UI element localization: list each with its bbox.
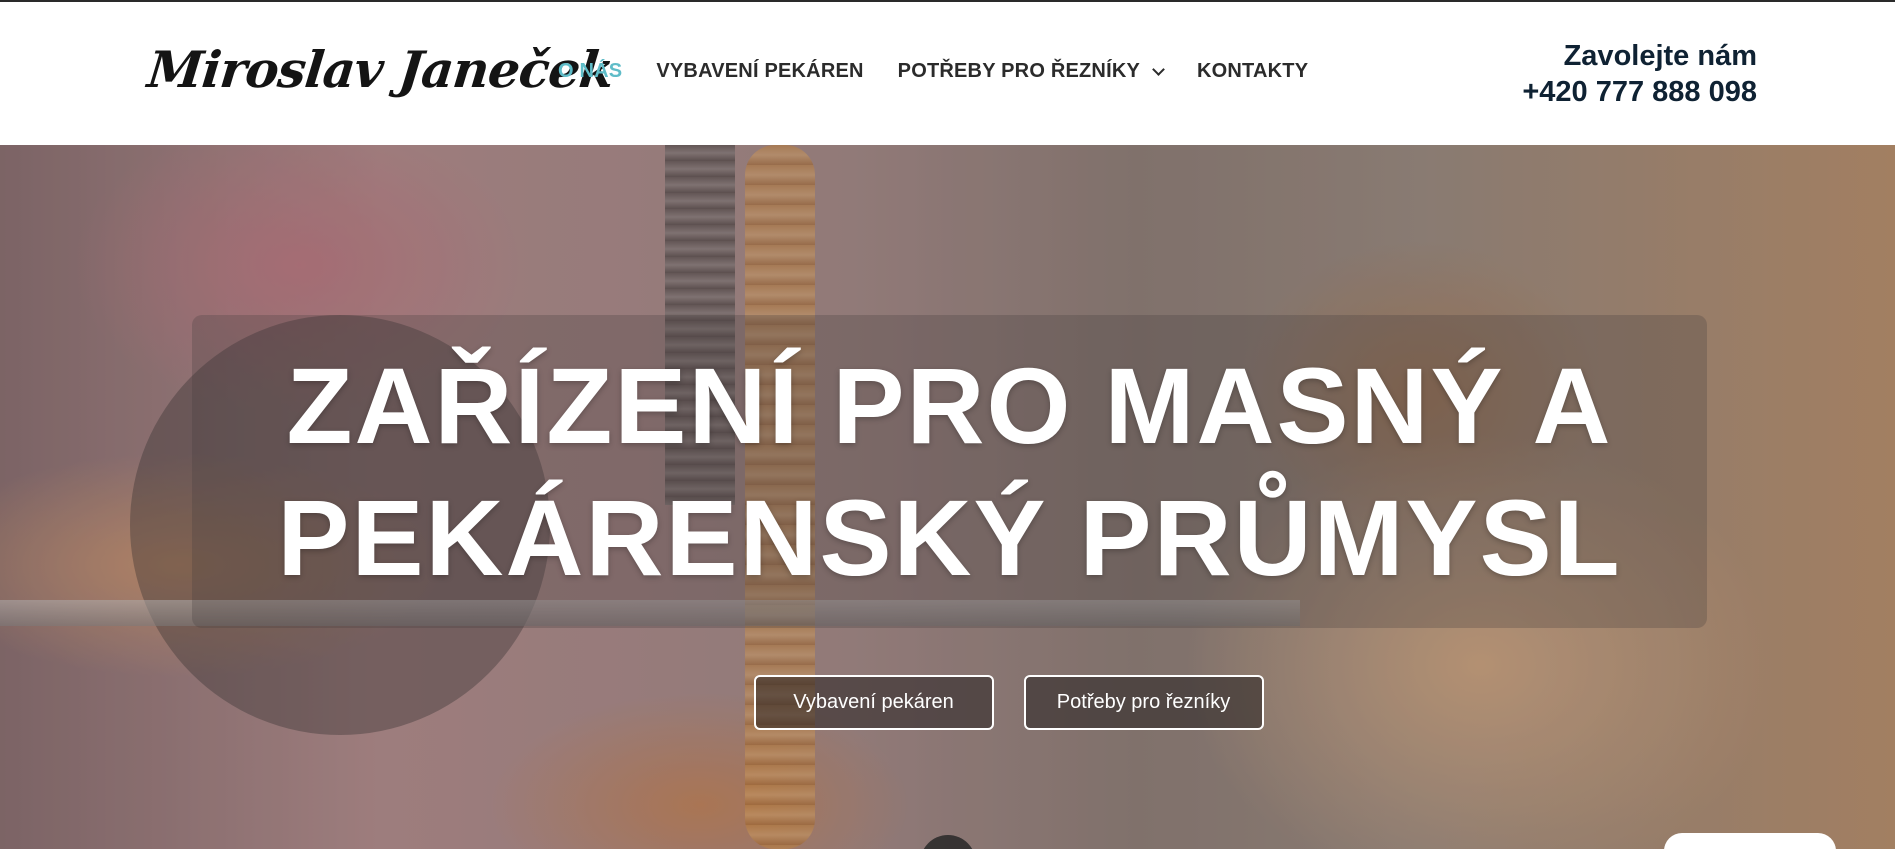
site-header: Miroslav Janeček O NÁS VYBAVENÍ PEKÁREN … (0, 2, 1895, 145)
vybaveni-pekaren-button[interactable]: Vybavení pekáren (753, 675, 994, 730)
nav-item-label: POTŘEBY PRO ŘEZNÍKY (897, 60, 1141, 82)
nav-item-o-nas[interactable]: O NÁS (558, 60, 622, 83)
main-nav: O NÁS VYBAVENÍ PEKÁREN POTŘEBY PRO ŘEZNÍ… (558, 60, 1342, 83)
phone-label: Zavolejte nám (1563, 40, 1757, 72)
nav-item-kontakty[interactable]: KONTAKTY (1197, 60, 1308, 83)
nav-item-label: VYBAVENÍ PEKÁREN (656, 60, 864, 82)
potreby-pro-rezniky-button[interactable]: Potřeby pro řezníky (1023, 675, 1264, 730)
hero-title-line: PEKÁRENSKÝ PRŮMYSL (277, 477, 1622, 598)
hero-title: ZAŘÍZENÍ PRO MASNÝ A PEKÁRENSKÝ PRŮMYSL (192, 340, 1707, 604)
phone-number-link[interactable]: +420 777 888 098 (1522, 74, 1757, 110)
hero-title-line: ZAŘÍZENÍ PRO MASNÝ A (286, 345, 1613, 466)
nav-item-vybaveni-pekaren[interactable]: VYBAVENÍ PEKÁREN (656, 60, 863, 83)
hero-section: ZAŘÍZENÍ PRO MASNÝ A PEKÁRENSKÝ PRŮMYSL … (0, 145, 1895, 849)
chat-widget-tab[interactable] (1664, 833, 1836, 849)
chevron-down-icon[interactable] (1152, 62, 1165, 76)
hero-buttons: Vybavení pekáren Potřeby pro řezníky (0, 675, 1895, 730)
contact-phone-box: Zavolejte nám +420 777 888 098 (1522, 38, 1757, 110)
nav-item-label: KONTAKTY (1197, 60, 1309, 82)
nav-item-potreby-pro-rezniky[interactable]: POTŘEBY PRO ŘEZNÍKY (897, 60, 1165, 83)
site-logo[interactable]: Miroslav Janeček (145, 40, 616, 99)
nav-item-label: O NÁS (558, 60, 623, 82)
